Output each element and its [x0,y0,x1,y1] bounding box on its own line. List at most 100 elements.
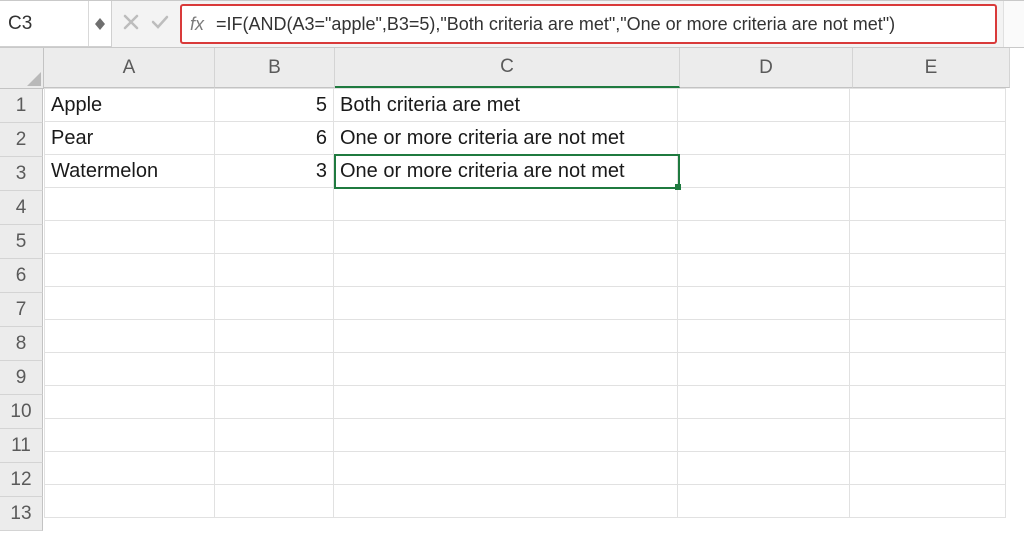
row-header-12[interactable]: 12 [0,463,43,497]
grid-main: ABCDE Apple5Both criteria are metPear6On… [44,48,1010,537]
cell-E10[interactable] [850,386,1006,419]
cell-E5[interactable] [850,221,1006,254]
cells-table: Apple5Both criteria are metPear6One or m… [44,88,1006,518]
cell-C3[interactable]: One or more criteria are not met [334,155,678,188]
row-header-7[interactable]: 7 [0,293,43,327]
formula-bar-row: fx [0,1,1024,48]
name-box-input[interactable] [0,13,88,35]
cell-E11[interactable] [850,419,1006,452]
formula-input[interactable] [214,13,987,36]
row-headers: 12345678910111213 [0,89,43,531]
row-header-6[interactable]: 6 [0,259,43,293]
cell-B8[interactable] [215,320,334,353]
cell-D1[interactable] [678,89,850,122]
cell-D8[interactable] [678,320,850,353]
cell-B12[interactable] [215,452,334,485]
cell-D6[interactable] [678,254,850,287]
row-header-13[interactable]: 13 [0,497,43,531]
cell-B7[interactable] [215,287,334,320]
cell-A12[interactable] [45,452,215,485]
column-header-E[interactable]: E [853,48,1010,88]
cell-E9[interactable] [850,353,1006,386]
fx-label: fx [190,14,204,35]
cell-C6[interactable] [334,254,678,287]
cell-D12[interactable] [678,452,850,485]
cell-B1[interactable]: 5 [215,89,334,122]
table-row: Apple5Both criteria are met [45,89,1006,122]
cell-E7[interactable] [850,287,1006,320]
cell-B5[interactable] [215,221,334,254]
cell-D2[interactable] [678,122,850,155]
cell-B11[interactable] [215,419,334,452]
cell-D7[interactable] [678,287,850,320]
row-header-2[interactable]: 2 [0,123,43,157]
row-header-8[interactable]: 8 [0,327,43,361]
cell-A3[interactable]: Watermelon [45,155,215,188]
row-header-5[interactable]: 5 [0,225,43,259]
name-box[interactable] [0,1,112,47]
cell-C11[interactable] [334,419,678,452]
cell-C1[interactable]: Both criteria are met [334,89,678,122]
cell-E12[interactable] [850,452,1006,485]
row-header-1[interactable]: 1 [0,89,43,123]
cell-E4[interactable] [850,188,1006,221]
cell-E13[interactable] [850,485,1006,518]
cell-B6[interactable] [215,254,334,287]
select-all-corner[interactable] [0,48,44,89]
confirm-formula-button[interactable] [150,13,170,35]
column-header-A[interactable]: A [44,48,215,88]
cell-C2[interactable]: One or more criteria are not met [334,122,678,155]
cell-C8[interactable] [334,320,678,353]
cell-A5[interactable] [45,221,215,254]
name-box-stepper[interactable] [88,1,111,46]
row-header-9[interactable]: 9 [0,361,43,395]
cell-C7[interactable] [334,287,678,320]
cell-C10[interactable] [334,386,678,419]
grid-body[interactable]: Apple5Both criteria are metPear6One or m… [44,88,1010,518]
cell-C12[interactable] [334,452,678,485]
cell-A7[interactable] [45,287,215,320]
column-headers: ABCDE [44,48,1010,88]
cell-A1[interactable]: Apple [45,89,215,122]
formula-bar-buttons [112,1,180,47]
row-header-11[interactable]: 11 [0,429,43,463]
cell-A6[interactable] [45,254,215,287]
row-header-10[interactable]: 10 [0,395,43,429]
cell-E8[interactable] [850,320,1006,353]
row-header-4[interactable]: 4 [0,191,43,225]
cell-A2[interactable]: Pear [45,122,215,155]
cell-D9[interactable] [678,353,850,386]
cell-E2[interactable] [850,122,1006,155]
cell-D10[interactable] [678,386,850,419]
column-header-D[interactable]: D [680,48,853,88]
cell-E3[interactable] [850,155,1006,188]
cell-C4[interactable] [334,188,678,221]
cell-B13[interactable] [215,485,334,518]
column-header-B[interactable]: B [215,48,335,88]
cell-D13[interactable] [678,485,850,518]
cell-B4[interactable] [215,188,334,221]
cell-A8[interactable] [45,320,215,353]
cell-C13[interactable] [334,485,678,518]
cell-E6[interactable] [850,254,1006,287]
cell-E1[interactable] [850,89,1006,122]
column-header-C[interactable]: C [335,48,680,88]
cancel-formula-button[interactable] [122,13,140,35]
cell-B3[interactable]: 3 [215,155,334,188]
cell-A4[interactable] [45,188,215,221]
cell-A10[interactable] [45,386,215,419]
cell-A11[interactable] [45,419,215,452]
cell-C9[interactable] [334,353,678,386]
cell-B9[interactable] [215,353,334,386]
cell-D3[interactable] [678,155,850,188]
cell-B10[interactable] [215,386,334,419]
cell-D11[interactable] [678,419,850,452]
cell-A9[interactable] [45,353,215,386]
cell-A13[interactable] [45,485,215,518]
cell-B2[interactable]: 6 [215,122,334,155]
cell-C5[interactable] [334,221,678,254]
cell-D5[interactable] [678,221,850,254]
table-row [45,419,1006,452]
row-header-3[interactable]: 3 [0,157,43,191]
cell-D4[interactable] [678,188,850,221]
